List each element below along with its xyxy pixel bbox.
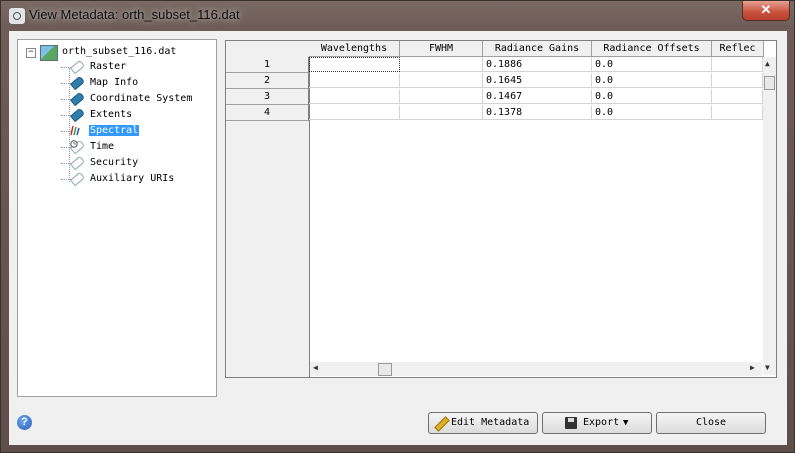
column-header-reflectance[interactable]: Reflec: [712, 41, 764, 57]
pencil-icon: [432, 416, 448, 430]
table-cell[interactable]: [712, 57, 763, 72]
tag-filled-icon: [69, 91, 86, 107]
spectral-icon: [70, 124, 84, 136]
edit-metadata-button[interactable]: Edit Metadata: [428, 412, 538, 434]
table-cell[interactable]: [309, 89, 400, 104]
table-cell[interactable]: [400, 89, 483, 104]
horizontal-scrollbar[interactable]: ◀ ▶: [310, 362, 762, 376]
table-cell[interactable]: [309, 57, 400, 72]
row-header[interactable]: 2: [226, 73, 309, 89]
table-cell[interactable]: [400, 105, 483, 120]
tree-item-label: Time: [90, 141, 115, 152]
table-cell[interactable]: [712, 73, 763, 88]
app-icon: [9, 8, 25, 24]
tree-item-label: Extents: [90, 109, 133, 120]
export-button[interactable]: Export ▼: [542, 412, 652, 434]
table-cell[interactable]: 0.1467: [483, 89, 592, 104]
table-cell[interactable]: 0.1886: [483, 57, 592, 72]
chevron-down-icon: ▼: [623, 418, 629, 428]
title-bar[interactable]: View Metadata: orth_subset_116.dat ✕: [1, 1, 794, 31]
column-header-radiance-gains[interactable]: Radiance Gains: [483, 41, 592, 57]
export-label: Export: [583, 417, 620, 428]
tree-root-label: orth_subset_116.dat: [62, 46, 177, 57]
tag-outline-icon: [69, 59, 86, 75]
vertical-scrollbar[interactable]: ▲ ▼: [763, 57, 776, 375]
save-disk-icon: [565, 417, 577, 429]
row-header[interactable]: 1: [226, 57, 309, 73]
table-cell[interactable]: [309, 73, 400, 88]
tree-item-label: Auxiliary URIs: [90, 173, 175, 184]
row-header[interactable]: 4: [226, 105, 309, 121]
tag-outline-icon: [69, 171, 86, 187]
column-header-radiance-offsets[interactable]: Radiance Offsets: [592, 41, 712, 57]
tree-item-label: Map Info: [90, 77, 139, 88]
window-title: View Metadata: orth_subset_116.dat: [29, 7, 240, 22]
table-cell[interactable]: [712, 105, 763, 120]
window-close-button[interactable]: ✕: [742, 1, 790, 21]
tree-item-label: Raster: [90, 61, 127, 72]
tag-outline-icon: [69, 155, 86, 171]
spectral-table[interactable]: Wavelengths FWHM Radiance Gains Radiance…: [225, 40, 777, 378]
raster-file-icon: [40, 45, 58, 61]
table-cell[interactable]: 0.1645: [483, 73, 592, 88]
table-cell[interactable]: [712, 89, 763, 104]
tree-item-label: Spectral: [89, 125, 140, 136]
metadata-window: View Metadata: orth_subset_116.dat ✕ − o…: [0, 0, 795, 453]
clock-tag-icon: [69, 139, 86, 155]
scroll-down-icon[interactable]: ▼: [765, 363, 770, 372]
table-cell[interactable]: [400, 73, 483, 88]
column-header-wavelengths[interactable]: Wavelengths: [309, 41, 400, 57]
table-cell[interactable]: 0.0: [592, 105, 712, 120]
vertical-scroll-thumb[interactable]: [764, 76, 775, 90]
table-cell[interactable]: 0.1378: [483, 105, 592, 120]
tree-item-label: Security: [90, 157, 139, 168]
tree-item-label: Coordinate System: [90, 93, 193, 104]
table-cell[interactable]: [309, 105, 400, 120]
scroll-up-icon[interactable]: ▲: [765, 59, 770, 68]
table-cell[interactable]: 0.0: [592, 57, 712, 72]
row-header[interactable]: 3: [226, 89, 309, 105]
tag-filled-icon: [69, 107, 86, 123]
scroll-left-icon[interactable]: ◀: [313, 363, 318, 372]
close-button[interactable]: Close: [656, 412, 766, 434]
clock-icon: [70, 140, 78, 148]
scroll-right-icon[interactable]: ▶: [750, 363, 755, 372]
spectral-icon-glyph: [70, 125, 80, 136]
table-cell[interactable]: 0.0: [592, 89, 712, 104]
collapse-icon[interactable]: −: [26, 48, 36, 58]
table-cell[interactable]: [400, 57, 483, 72]
table-corner: [226, 41, 309, 57]
help-icon[interactable]: ?: [17, 415, 32, 430]
table-cell[interactable]: 0.0: [592, 73, 712, 88]
tag-filled-icon: [69, 75, 86, 91]
horizontal-scroll-thumb[interactable]: [378, 363, 392, 376]
metadata-tree[interactable]: − orth_subset_116.dat Raster Map Info Co…: [17, 39, 217, 397]
edit-metadata-label: Edit Metadata: [451, 417, 530, 428]
dialog-body: − orth_subset_116.dat Raster Map Info Co…: [9, 31, 787, 445]
column-header-fwhm[interactable]: FWHM: [400, 41, 483, 57]
